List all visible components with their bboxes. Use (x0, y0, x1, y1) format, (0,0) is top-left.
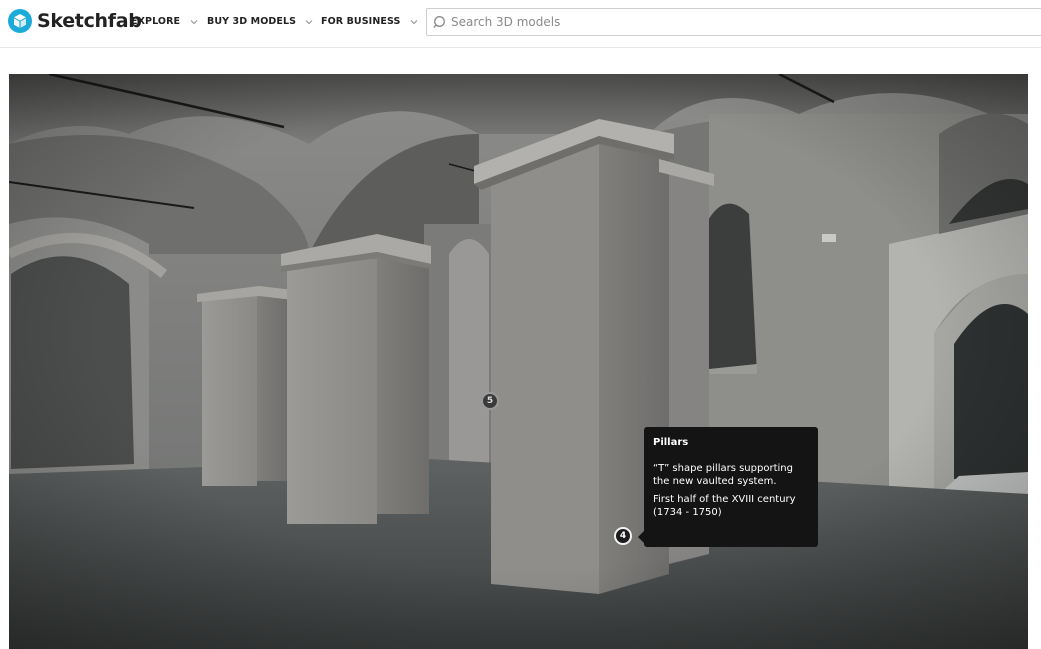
sketchfab-logo[interactable]: Sketchfab (8, 9, 142, 33)
3d-model-viewer[interactable]: 5 4 Pillars “T” shape pillars supporting… (9, 74, 1028, 649)
nav-for-business[interactable]: FOR BUSINESS (321, 15, 418, 29)
nav-explore-label: EXPLORE (131, 16, 181, 27)
annotation-hotspot-5[interactable]: 5 (481, 392, 499, 410)
annotation-title: Pillars (653, 437, 689, 448)
top-navigation-bar: Sketchfab EXPLORE BUY 3D MODELS FOR BUSI… (0, 0, 1041, 48)
search-box[interactable] (426, 8, 1041, 36)
chevron-down-icon (190, 20, 197, 25)
chevron-down-icon (410, 20, 418, 25)
annotation-hotspot-4[interactable]: 4 (614, 527, 632, 545)
chevron-down-icon (306, 20, 313, 25)
nav-explore[interactable]: EXPLORE (131, 15, 198, 29)
search-input[interactable] (451, 12, 1011, 32)
annotation-description: “T” shape pillars supporting the new vau… (653, 463, 793, 487)
search-icon (433, 16, 445, 29)
logo-wordmark: Sketchfab (37, 10, 142, 32)
annotation-date: First half of the XVIII century (1734 - … (653, 494, 796, 518)
annotation-tooltip: Pillars “T” shape pillars supporting the… (638, 427, 818, 547)
nav-for-business-label: FOR BUSINESS (321, 16, 401, 27)
nav-buy-3d-models-label: BUY 3D MODELS (207, 16, 297, 27)
nav-buy-3d-models[interactable]: BUY 3D MODELS (207, 15, 313, 29)
3d-scene-render[interactable] (9, 74, 1028, 649)
sketchfab-logo-icon (8, 9, 32, 33)
